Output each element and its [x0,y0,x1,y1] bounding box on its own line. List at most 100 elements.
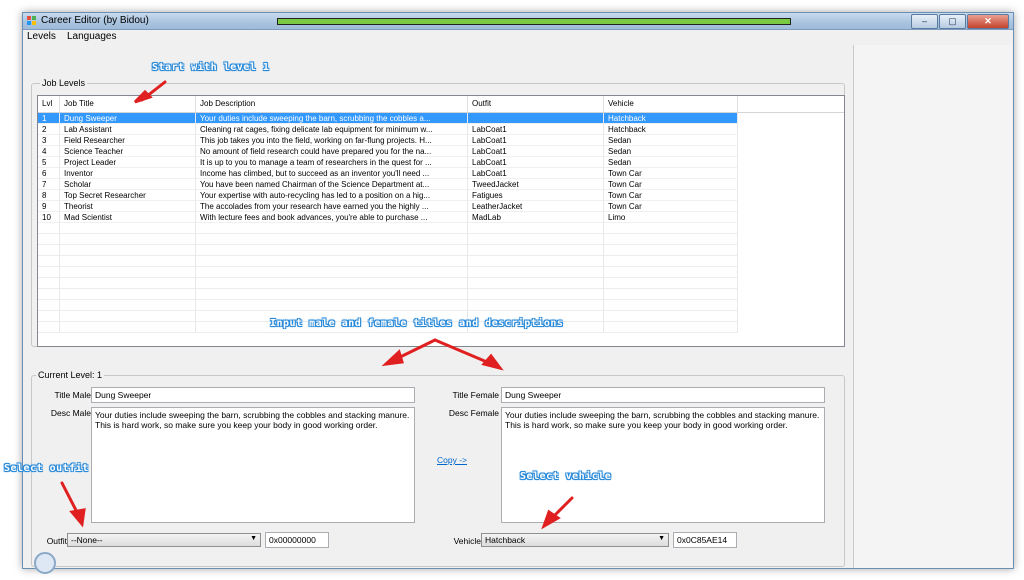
cell-job-title: Scholar [60,179,196,190]
cell-outfit: LabCoat1 [468,146,604,157]
menu-languages[interactable]: Languages [67,31,117,42]
table-row[interactable]: 4 Science Teacher No amount of field resea… [38,146,844,157]
cell-job-description: No amount of field research could have p… [196,146,468,157]
cell-job-description: Your duties include sweeping the barn, s… [196,113,468,124]
empty-row [38,300,844,311]
cell-vehicle: Town Car [604,201,738,212]
app-icon [27,16,36,25]
cell-job-description: With lecture fees and book advances, you… [196,212,468,223]
cell-outfit: LabCoat1 [468,124,604,135]
annotation-start: Start with level 1 [152,62,270,73]
empty-row [38,223,844,234]
menu-bar: Levels Languages [23,30,1013,45]
table-row[interactable]: 8 Top Secret Researcher Your expertise wit… [38,190,844,201]
cell-lvl: 3 [38,135,60,146]
column-header-outfit[interactable]: Outfit [468,96,604,112]
table-row[interactable]: 7 Scholar You have been named Chairman of … [38,179,844,190]
column-header-lvl[interactable]: Lvl [38,96,60,112]
cell-outfit: LabCoat1 [468,135,604,146]
app-orb-icon[interactable] [34,552,56,574]
vehicle-select-value: Hatchback [485,535,526,545]
annotation-input: Input male and female titles and descrip… [270,318,564,329]
cell-job-description: It is up to you to manage a team of rese… [196,157,468,168]
cell-outfit: MadLab [468,212,604,223]
window-controls: – ▢ ✕ [910,14,1009,29]
empty-row [38,256,844,267]
minimize-button[interactable]: – [911,14,938,29]
cell-vehicle: Sedan [604,135,738,146]
cell-outfit [468,113,604,124]
cell-vehicle: Sedan [604,157,738,168]
title-male-label: Title Male [54,390,91,400]
cell-outfit: LabCoat1 [468,157,604,168]
table-row[interactable]: 2 Lab Assistant Cleaning rat cages, fixing… [38,124,844,135]
outfit-hex-field[interactable]: 0x00000000 [265,532,329,548]
cell-vehicle: Limo [604,212,738,223]
cell-job-title: Dung Sweeper [60,113,196,124]
cell-outfit: LeatherJacket [468,201,604,212]
cell-lvl: 4 [38,146,60,157]
table-row[interactable]: 6 Inventor Income has climbed, but to succ… [38,168,844,179]
table-row[interactable]: 5 Project Leader It is up to you to manage… [38,157,844,168]
title-male-input[interactable]: Dung Sweeper [91,387,415,403]
table-row[interactable]: 9 Theorist The accolades from your researc… [38,201,844,212]
cell-vehicle: Town Car [604,168,738,179]
empty-row [38,267,844,278]
grid-header: Lvl Job Title Job Description Outfit Veh… [38,96,844,113]
maximize-button[interactable]: ▢ [939,14,966,29]
outfit-label: Outfit [46,536,67,546]
vehicle-label: Vehicle [453,536,481,546]
outfit-select-value: --None-- [71,535,103,545]
table-row[interactable]: 1 Dung Sweeper Your duties include sweepin… [38,113,844,124]
cell-lvl: 9 [38,201,60,212]
current-level-label: Current Level: 1 [36,370,105,380]
menu-levels[interactable]: Levels [27,31,56,42]
job-levels-grid[interactable]: Lvl Job Title Job Description Outfit Veh… [37,95,845,347]
cell-job-description: The accolades from your research have ea… [196,201,468,212]
cell-job-title: Theorist [60,201,196,212]
column-header-vehicle[interactable]: Vehicle [604,96,738,112]
desc-male-label: Desc Male [50,408,91,418]
column-header-job-description[interactable]: Job Description [196,96,468,112]
cell-job-title: Top Secret Researcher [60,190,196,201]
cell-job-title: Field Researcher [60,135,196,146]
empty-row [38,234,844,245]
cell-lvl: 2 [38,124,60,135]
copy-link[interactable]: Copy -> [437,455,467,465]
cell-vehicle: Hatchback [604,124,738,135]
cell-lvl: 10 [38,212,60,223]
cell-job-title: Project Leader [60,157,196,168]
cell-job-description: Income has climbed, but to succeed as an… [196,168,468,179]
annotation-vehicle: Select vehicle [520,471,612,482]
desc-male-input[interactable]: Your duties include sweeping the barn, s… [91,407,415,523]
job-levels-label: Job Levels [40,78,88,88]
vehicle-select[interactable]: Hatchback ▼ [481,533,669,547]
cell-job-title: Inventor [60,168,196,179]
empty-row [38,289,844,300]
cell-lvl: 1 [38,113,60,124]
cell-lvl: 8 [38,190,60,201]
column-header-job-title[interactable]: Job Title [60,96,196,112]
cell-job-description: Your expertise with auto-recycling has l… [196,190,468,201]
cell-job-title: Lab Assistant [60,124,196,135]
cell-vehicle: Sedan [604,146,738,157]
close-button[interactable]: ✕ [967,14,1009,29]
vehicle-hex-field[interactable]: 0x0C85AE14 [673,532,737,548]
dropdown-arrow-icon: ▼ [250,535,257,542]
outfit-select[interactable]: --None-- ▼ [67,533,261,547]
cell-outfit: LabCoat1 [468,168,604,179]
app-window: Career Editor (by Bidou) – ▢ ✕ Levels La… [22,12,1014,569]
empty-row [38,245,844,256]
table-row[interactable]: 3 Field Researcher This job takes you into… [38,135,844,146]
title-female-input[interactable]: Dung Sweeper [501,387,825,403]
cell-job-title: Mad Scientist [60,212,196,223]
cell-job-description: Cleaning rat cages, fixing delicate lab … [196,124,468,135]
title-bar[interactable]: Career Editor (by Bidou) – ▢ ✕ [23,13,1013,30]
desc-female-input[interactable]: Your duties include sweeping the barn, s… [501,407,825,523]
desc-female-label: Desc Female [448,408,499,418]
table-row[interactable]: 10 Mad Scientist With lecture fees and boo… [38,212,844,223]
window-title: Career Editor (by Bidou) [41,15,149,26]
cell-job-description: You have been named Chairman of the Scie… [196,179,468,190]
annotation-outfit: Select outfit [4,463,89,474]
progress-fill [278,19,790,24]
